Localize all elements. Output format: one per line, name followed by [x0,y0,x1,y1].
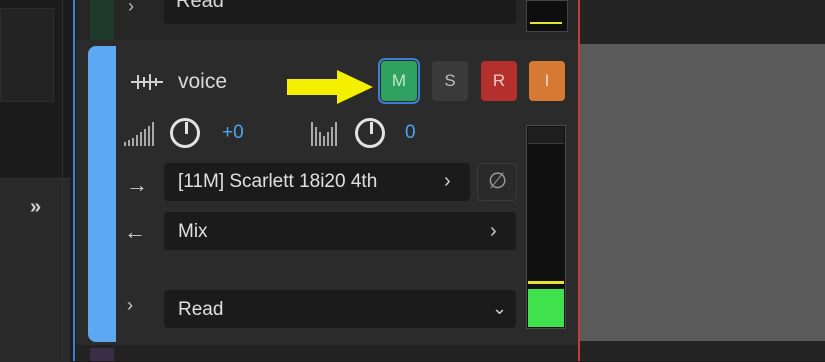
waveform-icon [130,72,164,97]
next-track-color [90,348,114,361]
output-arrow-icon: → [126,172,148,197]
input-arrow-icon: ← [124,219,146,244]
previous-meter [526,0,568,32]
meter-clip-indicator[interactable] [528,127,564,144]
selection-edge [73,0,75,361]
timeline-area-bottom [580,341,825,361]
input-routing-dropdown[interactable] [164,212,516,250]
meter-level-fill [528,289,564,327]
track-color-tab[interactable] [88,46,116,342]
pan-value[interactable]: 0 [405,122,416,144]
mute-button[interactable]: M [378,58,420,104]
next-track-strip [76,345,579,361]
volume-knob[interactable] [170,118,200,148]
previous-meter-peak [530,22,562,24]
phase-invert-icon: ∅ [488,168,508,193]
volume-icon [124,118,160,153]
timeline-clip-area[interactable] [580,44,825,341]
chevron-right-icon: › [444,170,451,192]
double-chevron-right-icon[interactable]: » [30,196,41,219]
solo-button[interactable]: S [432,61,468,101]
expand-automation-icon[interactable]: › [127,295,133,316]
output-routing-label: [11M] Scarlett 18i20 4th [178,171,378,192]
previous-track-color [90,0,114,40]
automation-mode-label: Read [178,299,224,320]
input-routing-label: Mix [178,221,208,242]
meter-peak-hold [528,281,564,284]
chevron-down-icon: ⌄ [492,298,508,318]
record-arm-button[interactable]: R [481,61,517,101]
left-panel-top [0,8,54,102]
chevron-right-icon[interactable]: › [128,0,134,17]
timeline-area-top [580,0,825,44]
divider [62,0,63,361]
pan-icon [310,118,346,153]
previous-automation-label: Read [176,0,224,12]
annotation-arrow-icon [287,70,373,109]
input-monitor-button[interactable]: I [529,61,565,101]
volume-value[interactable]: +0 [222,122,244,144]
track-name[interactable]: voice [178,70,227,94]
playhead-line [578,0,580,361]
pan-knob[interactable] [355,118,385,148]
chevron-right-icon: › [490,220,497,242]
